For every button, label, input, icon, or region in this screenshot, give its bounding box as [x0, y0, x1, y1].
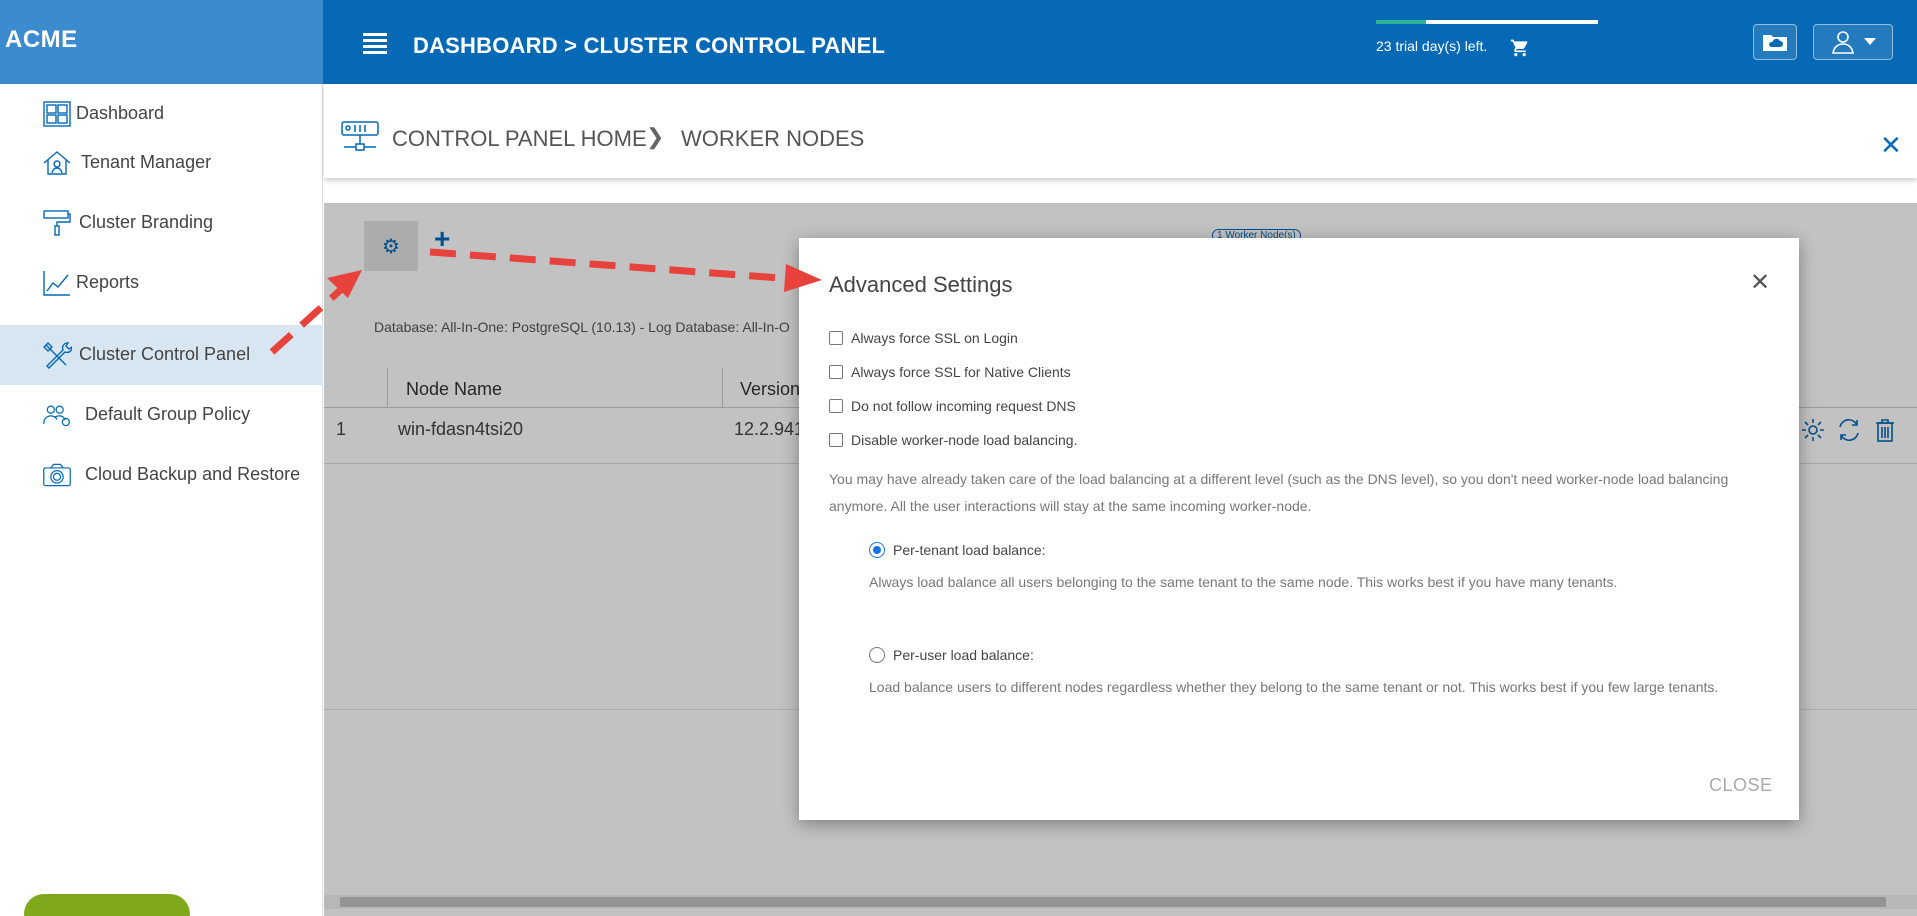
cloud-folder-button[interactable] [1753, 24, 1797, 60]
sidebar-item-cloud-backup-restore[interactable]: Cloud Backup and Restore [0, 445, 323, 505]
checkbox[interactable] [829, 433, 843, 447]
sidebar-item-default-group-policy[interactable]: Default Group Policy [0, 385, 323, 445]
paint-roller-icon [43, 210, 71, 236]
sidebar-item-tenant-manager[interactable]: Tenant Manager [0, 133, 323, 193]
close-icon[interactable]: ✕ [1880, 130, 1902, 161]
tenant-house-icon [43, 151, 71, 175]
radio-button[interactable] [869, 542, 885, 558]
sidebar-item-reports[interactable]: Reports [0, 253, 323, 313]
sidebar: Dashboard Tenant Manager Cluster Brandin… [0, 84, 323, 916]
sidebar-item-label: Default Group Policy [85, 404, 251, 424]
user-icon [1832, 31, 1854, 54]
trial-days-text: 23 trial day(s) left. [1376, 38, 1488, 54]
tools-icon [43, 342, 72, 369]
checkbox-label: Always force SSL on Login [851, 330, 1018, 346]
checkbox-label: Do not follow incoming request DNS [851, 398, 1076, 414]
radio-description: Load balance users to different nodes re… [869, 679, 1719, 695]
radio-per-user[interactable]: Per-user load balance: [869, 647, 1034, 663]
sidebar-item-cluster-branding[interactable]: Cluster Branding [0, 193, 323, 253]
radio-label: Per-tenant load balance: [893, 542, 1046, 558]
caret-down-icon [1864, 38, 1876, 45]
checkbox-force-ssl-native[interactable]: Always force SSL for Native Clients [829, 364, 1071, 380]
checkbox-force-ssl-login[interactable]: Always force SSL on Login [829, 330, 1018, 346]
header-breadcrumb: DASHBOARD > CLUSTER CONTROL PANEL [413, 33, 886, 58]
advanced-settings-modal: Advanced Settings ✕ Always force SSL on … [799, 238, 1799, 820]
dashboard-grid-icon [43, 101, 71, 127]
group-policy-icon [43, 405, 70, 427]
checkbox-no-follow-dns[interactable]: Do not follow incoming request DNS [829, 398, 1076, 414]
current-page-title: WORKER NODES [681, 126, 865, 151]
sidebar-item-label: Cluster Control Panel [79, 344, 251, 364]
sidebar-item-label: Cloud Backup and Restore [85, 464, 301, 484]
hamburger-menu-icon[interactable] [363, 33, 387, 54]
checkbox[interactable] [829, 365, 843, 379]
close-button[interactable]: CLOSE [1709, 775, 1773, 796]
modal-close-icon[interactable]: ✕ [1750, 268, 1770, 297]
camera-icon [43, 463, 71, 487]
sidebar-item-label: Cluster Branding [79, 212, 214, 232]
user-menu-button[interactable] [1813, 24, 1893, 60]
radio-label: Per-user load balance: [893, 647, 1034, 663]
sidebar-item-label: Reports [76, 272, 140, 292]
checkbox-label: Always force SSL for Native Clients [851, 364, 1071, 380]
top-bar: DASHBOARD > CLUSTER CONTROL PANEL 23 tri… [323, 0, 1917, 84]
chart-line-icon [43, 271, 70, 296]
server-network-icon [341, 121, 379, 151]
checkbox[interactable] [829, 399, 843, 413]
checkbox-label: Disable worker-node load balancing. [851, 432, 1078, 448]
load-balancing-description: You may have already taken care of the l… [829, 471, 1729, 514]
page-header: CONTROL PANEL HOME ❯ WORKER NODES ✕ [324, 84, 1917, 178]
radio-description: Always load balance all users belonging … [869, 574, 1618, 590]
sidebar-item-cluster-control-panel[interactable]: Cluster Control Panel [0, 325, 323, 385]
trial-progress-bar [1376, 20, 1598, 24]
logo-area: ACME [0, 0, 323, 84]
cloud-folder-icon [1763, 35, 1787, 51]
sidebar-item-label: Tenant Manager [81, 152, 212, 172]
cart-icon[interactable] [1509, 38, 1531, 58]
radio-button[interactable] [869, 647, 885, 663]
checkbox-disable-load-balancing[interactable]: Disable worker-node load balancing. [829, 432, 1077, 448]
sidebar-item-label: Dashboard [76, 103, 165, 123]
modal-title: Advanced Settings [829, 272, 1013, 297]
checkbox[interactable] [829, 331, 843, 345]
radio-per-tenant[interactable]: Per-tenant load balance: [869, 542, 1046, 558]
help-button[interactable] [24, 894, 190, 916]
brand-logo: ACME [5, 26, 78, 53]
chevron-right-icon: ❯ [646, 124, 665, 149]
control-panel-home-link[interactable]: CONTROL PANEL HOME [392, 126, 647, 152]
